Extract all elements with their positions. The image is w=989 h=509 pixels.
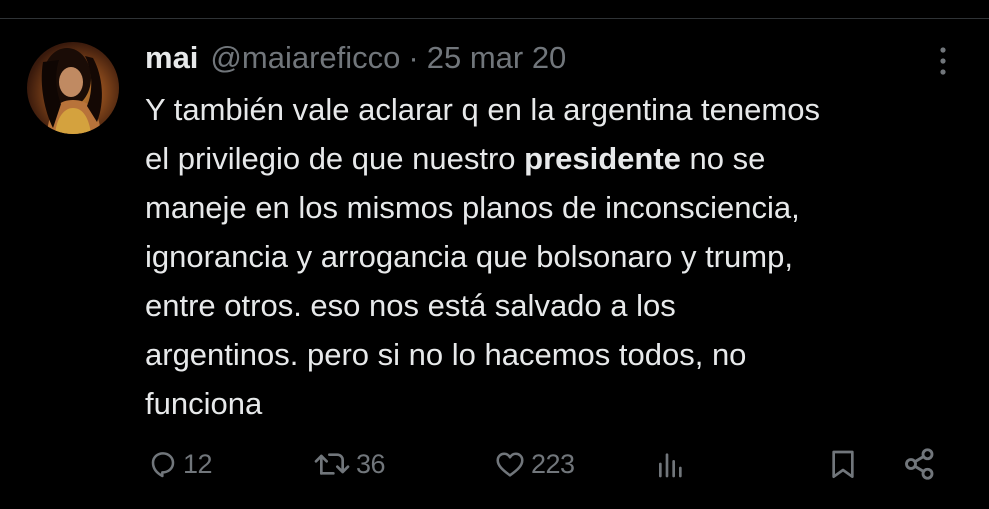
retweet-icon <box>314 453 350 475</box>
more-vertical-icon <box>940 47 946 75</box>
retweet-button[interactable]: 36 <box>312 444 386 484</box>
separator-dot: · <box>408 40 419 75</box>
tweet-text-line: funciona <box>145 386 263 421</box>
tweet-text-line: argentinos. pero si no lo hacemos todos,… <box>145 337 747 372</box>
reply-count: 12 <box>183 448 213 479</box>
top-divider <box>0 18 989 19</box>
reply-button[interactable]: 12 <box>147 444 213 484</box>
tweet-header: mai @maiareficco · 25 mar 20 <box>145 38 566 78</box>
more-button[interactable] <box>926 44 960 78</box>
avatar-image <box>41 48 102 134</box>
heart-icon <box>496 452 524 477</box>
like-count: 223 <box>531 448 575 479</box>
bar-chart-icon <box>659 453 682 478</box>
like-button[interactable]: 223 <box>493 444 575 484</box>
avatar[interactable] <box>27 42 119 134</box>
bold-keyword: presidente <box>524 141 681 176</box>
share-button[interactable] <box>902 444 938 484</box>
display-name[interactable]: mai <box>145 38 198 78</box>
tweet-text-line: entre otros. eso nos está salvado a los <box>145 288 676 323</box>
timestamp[interactable]: 25 mar 20 <box>427 38 567 78</box>
bookmark-icon <box>832 450 854 478</box>
views-button[interactable] <box>655 444 687 484</box>
tweet-text-line: Y también vale aclarar q en la argentina… <box>145 92 820 127</box>
tweet-text-line: maneje en los mismos planos de inconscie… <box>145 190 800 225</box>
tweet-text-line: ignorancia y arrogancia que bolsonaro y … <box>145 239 793 274</box>
retweet-count: 36 <box>356 448 386 479</box>
tweet-text: Y también vale aclarar q en la argentina… <box>145 85 975 428</box>
reply-icon <box>151 452 175 478</box>
tweet-text-line: el privilegio de que nuestro presidente … <box>145 141 766 176</box>
share-icon <box>905 448 934 480</box>
user-handle[interactable]: @maiareficco <box>210 38 400 78</box>
bookmark-button[interactable] <box>827 444 859 484</box>
